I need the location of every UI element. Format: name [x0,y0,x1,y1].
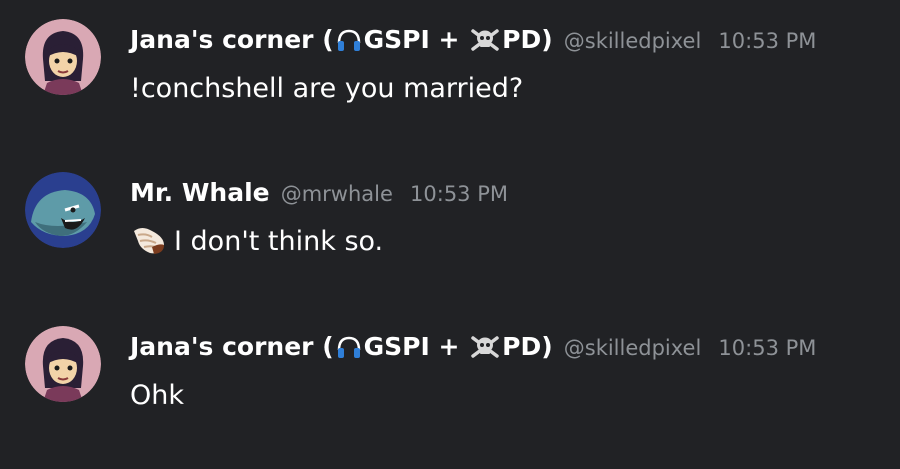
role-text: GSPI + [363,25,469,54]
username[interactable]: Jana's corner ( GSPI + PD) [130,332,553,361]
message-header: Jana's corner (GSPI + PD) @skilledpixel … [130,23,816,57]
message-text: Ohk [130,380,184,411]
chat-log: Jana's corner (GSPI + PD) @skilledpixel … [0,0,900,469]
message: Mr. Whale @mrwhale 10:53 PM I don't thin… [0,153,900,273]
message-text: I don't think so. [174,226,384,257]
user-handle[interactable]: @skilledpixel [564,29,702,53]
user-avatar[interactable] [25,326,101,402]
role-text: PD) [502,332,553,361]
whale-avatar-icon [25,172,101,248]
timestamp: 10:53 PM [410,182,508,206]
user-handle[interactable]: @mrwhale [281,182,393,206]
role-text: GSPI + [363,332,469,361]
conch-shell-icon [130,223,168,268]
timestamp: 10:53 PM [718,336,817,360]
skull-crossbones-icon [470,334,500,369]
message-body: I don't think so. [130,223,383,268]
timestamp: 10:53 PM [718,29,817,53]
user-avatar[interactable] [25,19,101,95]
headphones-icon [336,27,362,62]
message-header: Jana's corner (GSPI + PD) @skilledpixel … [130,330,816,364]
girl-avatar-icon [25,19,101,95]
headphones-icon [336,334,362,369]
message-text: !conchshell are you married? [130,73,524,104]
user-avatar[interactable] [25,172,101,248]
username-text: Jana's corner ( [130,332,334,361]
girl-avatar-icon [25,326,101,402]
message-header: Mr. Whale @mrwhale 10:53 PM [130,176,508,210]
message: Jana's corner (GSPI + PD) @skilledpixel … [0,0,900,120]
user-handle[interactable]: @skilledpixel [564,336,702,360]
username-text: Jana's corner ( [130,25,334,54]
role-text: PD) [502,25,553,54]
username[interactable]: Mr. Whale [130,178,270,207]
skull-crossbones-icon [470,27,500,62]
message: Jana's corner (GSPI + PD) @skilledpixel … [0,307,900,427]
username[interactable]: Jana's corner ( GSPI + PD) [130,25,553,54]
